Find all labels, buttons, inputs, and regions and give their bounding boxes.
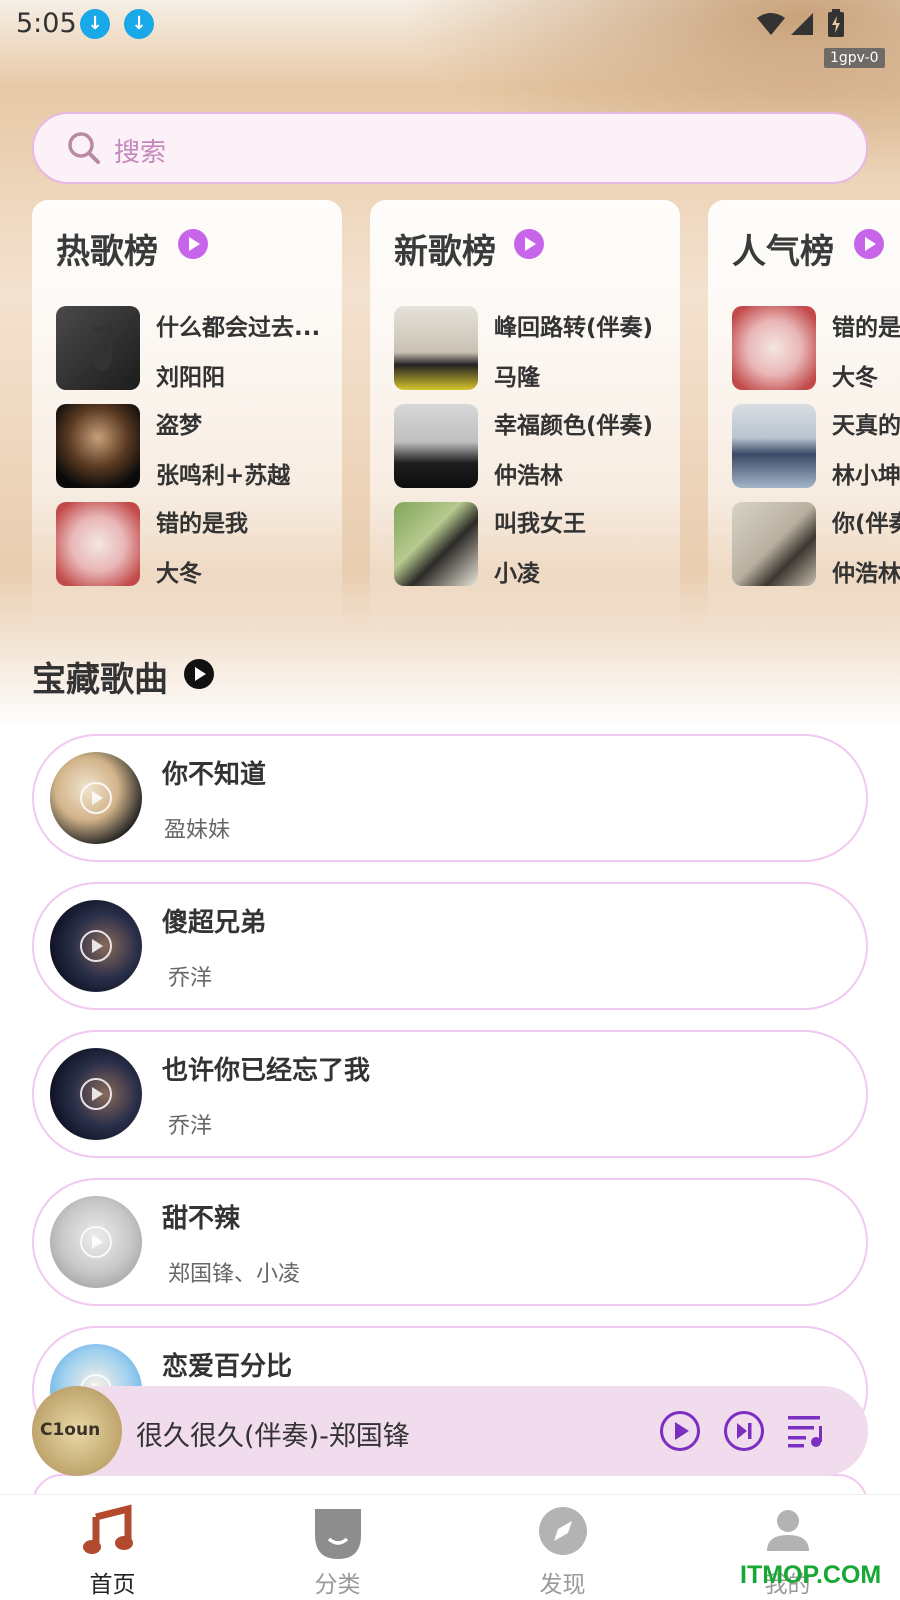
rank-song-artist: 张鸣利+苏越 (156, 463, 291, 489)
playlist-icon[interactable] (786, 1412, 826, 1450)
rank-song-title: 幸福颜色(伴奏) (494, 413, 654, 439)
song-title: 恋爱百分比 (162, 1352, 293, 1382)
status-time: 5:05 (16, 8, 77, 39)
song-card[interactable]: 你不知道 盈妹妹 (32, 734, 868, 862)
rank-song-title: 峰回路转(伴奏) (494, 315, 654, 341)
song-cover[interactable] (50, 1048, 142, 1140)
play-icon[interactable] (184, 659, 214, 689)
song-cover[interactable] (50, 1196, 142, 1288)
album-thumbnail (56, 404, 140, 488)
song-card[interactable]: 也许你已经忘了我 乔洋 (32, 1030, 868, 1158)
compass-icon (539, 1507, 587, 1555)
section-title: 宝藏歌曲 (32, 660, 168, 700)
rank-card-new[interactable]: 新歌榜 峰回路转(伴奏) 马隆 幸福颜色(伴奏) 仲浩林 叫我女王 小凌 (370, 200, 680, 630)
rank-item[interactable]: 你(伴奏 仲浩林 (732, 502, 900, 586)
rank-card-hot[interactable]: 热歌榜 什么都会过去... 刘阳阳 盗梦 张鸣利+苏越 错的是我 大冬 (32, 200, 342, 630)
song-artist: 乔洋 (168, 1114, 213, 1139)
skip-next-icon (737, 1423, 752, 1439)
song-cover[interactable] (50, 752, 142, 844)
rank-song-artist: 仲浩林 (494, 463, 563, 489)
rank-song-title: 叫我女王 (494, 511, 586, 537)
song-cover[interactable] (50, 900, 142, 992)
rank-title: 热歌榜 (56, 232, 158, 272)
rank-song-title: 你(伴奏 (832, 511, 900, 537)
tab-discover[interactable]: 发现 (450, 1495, 675, 1600)
tab-label: 首页 (89, 1572, 136, 1598)
search-icon (68, 132, 100, 164)
song-artist: 乔洋 (168, 966, 213, 991)
network-badge: 1gpv-0 (824, 48, 885, 68)
battery-icon (828, 9, 844, 37)
user-icon (767, 1510, 809, 1551)
search-input[interactable]: 搜索 (32, 112, 868, 184)
rank-title: 人气榜 (732, 232, 834, 272)
rank-song-artist: 小凌 (494, 561, 540, 587)
rank-song-title: 错的是 (832, 315, 900, 341)
status-bar: 5:05 ↓ ↓ 1gpv-0 (0, 0, 900, 68)
rank-song-artist: 林小坤 (832, 463, 900, 488)
song-title: 也许你已经忘了我 (162, 1056, 371, 1086)
rank-item[interactable]: 错的是我 大冬 (56, 502, 346, 587)
cover-logo-text: C1oun (40, 1420, 101, 1440)
album-thumbnail (394, 502, 478, 586)
play-icon (80, 930, 112, 962)
song-title: 傻超兄弟 (162, 908, 267, 938)
tab-home[interactable]: 首页 (0, 1495, 225, 1600)
album-thumbnail (394, 404, 478, 488)
music-note-icon (83, 1504, 133, 1554)
rank-item[interactable]: 天真的 林小坤 (732, 404, 900, 488)
song-card[interactable]: 甜不辣 郑国锋、小凌 (32, 1178, 868, 1306)
rank-song-artist: 马隆 (494, 365, 540, 391)
play-icon[interactable] (854, 229, 884, 259)
rank-song-title: 什么都会过去... (156, 315, 321, 341)
rank-song-artist: 大冬 (156, 561, 202, 587)
album-thumbnail (56, 306, 140, 390)
song-artist: 盈妹妹 (164, 818, 231, 843)
rank-item[interactable]: 叫我女王 小凌 (394, 502, 684, 587)
music-note-icon (93, 323, 112, 371)
watermark: ITMOP.COM (740, 1561, 882, 1589)
album-thumbnail (732, 306, 816, 390)
now-playing-title: 很久很久(伴奏)-郑国锋 (136, 1421, 410, 1452)
rank-item[interactable]: 错的是 大冬 (732, 306, 900, 390)
rank-song-artist: 仲浩林 (832, 561, 900, 586)
rank-song-title: 天真的 (832, 413, 900, 439)
song-artist: 郑国锋、小凌 (168, 1262, 301, 1287)
category-icon (315, 1509, 361, 1559)
rank-item[interactable]: 什么都会过去... 刘阳阳 (56, 306, 346, 391)
play-icon (80, 1078, 112, 1110)
album-thumbnail (732, 404, 816, 488)
play-icon[interactable] (514, 229, 544, 259)
rank-card-popular[interactable]: 人气榜 错的是 大冬 天真的 林小坤 你(伴奏 仲浩林 (708, 200, 900, 630)
album-thumbnail (732, 502, 816, 586)
rank-song-artist: 大冬 (832, 365, 878, 390)
album-thumbnail (394, 306, 478, 390)
rank-song-title: 盗梦 (156, 413, 202, 439)
rank-item[interactable]: 峰回路转(伴奏) 马隆 (394, 306, 684, 391)
rank-song-title: 错的是我 (156, 511, 248, 537)
wifi-icon (757, 13, 785, 35)
rank-item[interactable]: 幸福颜色(伴奏) 仲浩林 (394, 404, 684, 489)
rank-song-artist: 刘阳阳 (156, 365, 225, 391)
mini-player[interactable]: C1oun 很久很久(伴奏)-郑国锋 (32, 1386, 868, 1476)
play-icon[interactable] (178, 229, 208, 259)
tab-label: 分类 (314, 1572, 361, 1598)
rank-item[interactable]: 盗梦 张鸣利+苏越 (56, 404, 346, 489)
song-card[interactable]: 傻超兄弟 乔洋 (32, 882, 868, 1010)
download-icon: ↓ (80, 9, 110, 39)
tab-category[interactable]: 分类 (225, 1495, 450, 1600)
download-icon: ↓ (124, 9, 154, 39)
song-title: 你不知道 (162, 760, 267, 790)
play-icon (80, 782, 112, 814)
now-playing-cover[interactable]: C1oun (32, 1386, 122, 1476)
search-placeholder: 搜索 (114, 138, 167, 168)
play-button[interactable] (660, 1411, 700, 1451)
next-button[interactable] (724, 1411, 764, 1451)
tab-label: 发现 (539, 1572, 586, 1598)
song-title: 甜不辣 (162, 1204, 241, 1234)
rank-title: 新歌榜 (394, 232, 496, 272)
play-icon (80, 1226, 112, 1258)
signal-icon (791, 13, 813, 35)
album-thumbnail (56, 502, 140, 586)
